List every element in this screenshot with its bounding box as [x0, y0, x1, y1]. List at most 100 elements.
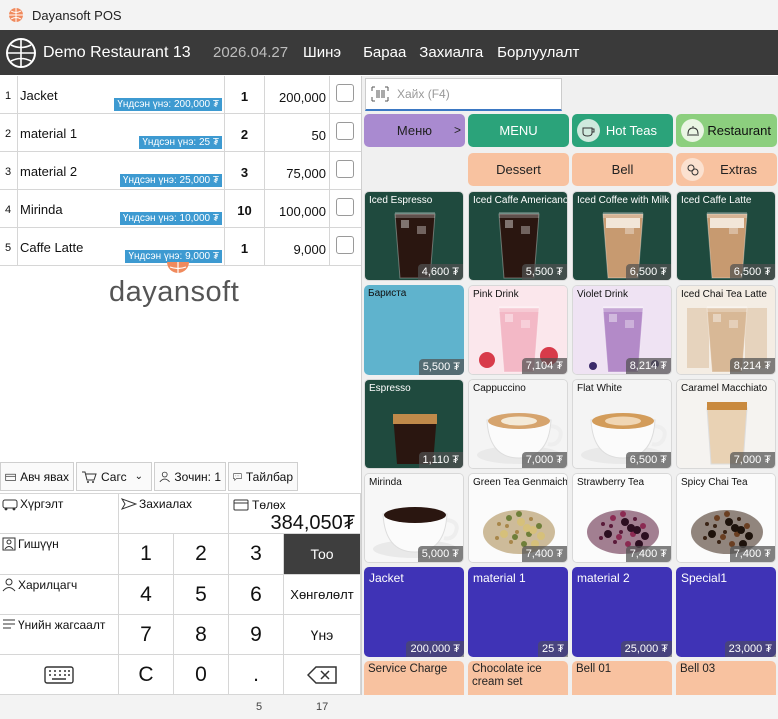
member-button[interactable]: Гишүүн: [0, 534, 119, 575]
note-button[interactable]: Тайлбар: [228, 462, 298, 491]
key-2[interactable]: 2: [174, 534, 229, 575]
key-decimal[interactable]: .: [229, 655, 284, 695]
product-tile[interactable]: Mirinda 5,000 ₮: [364, 473, 464, 563]
material-tile[interactable]: Special1 23,000 ₮: [676, 567, 776, 657]
category-menu[interactable]: MENU: [468, 114, 569, 147]
order-qty[interactable]: 1: [225, 76, 265, 113]
product-tile[interactable]: Pink Drink 7,104 ₮: [468, 285, 568, 375]
material-tile[interactable]: material 2 25,000 ₮: [572, 567, 672, 657]
product-name: Iced Espresso: [369, 195, 433, 206]
material-name: material 1: [473, 571, 526, 585]
category-dessert[interactable]: Dessert: [468, 153, 569, 186]
globe-icon: [6, 37, 36, 68]
key-0[interactable]: 0: [174, 655, 229, 695]
material-tile[interactable]: Jacket 200,000 ₮: [364, 567, 464, 657]
key-8[interactable]: 8: [174, 615, 229, 655]
chevron-down-icon: ⌄: [134, 471, 143, 482]
extra-item-tile[interactable]: Bell 01: [572, 661, 672, 695]
search-input[interactable]: [397, 87, 547, 101]
discount-button[interactable]: Хөнгөлөлт: [284, 575, 361, 615]
chevron-right-icon: >: [453, 123, 461, 137]
place-order-button[interactable]: Захиалах: [119, 493, 229, 534]
order-qty[interactable]: 10: [225, 190, 265, 227]
product-tile[interactable]: Spicy Chai Tea 7,400 ₮: [676, 473, 776, 563]
watermark-globe-icon: [167, 262, 189, 273]
delivery-button[interactable]: Хүргэлт: [0, 493, 119, 534]
product-tile[interactable]: Iced Espresso 4,600 ₮: [364, 191, 464, 281]
order-row[interactable]: 5 Caffe Latte Үндсэн үнэ: 9,000 ₮ 1 9,000: [0, 228, 361, 266]
keyboard-button[interactable]: [0, 655, 119, 695]
customer-icon: [2, 578, 16, 592]
order-row[interactable]: 3 material 2 Үндсэн үнэ: 25,000 ₮ 3 75,000: [0, 152, 361, 190]
category-bell[interactable]: Bell: [572, 153, 673, 186]
material-tile[interactable]: material 1 25 ₮: [468, 567, 568, 657]
order-row[interactable]: 1 Jacket Үндсэн үнэ: 200,000 ₮ 1 200,000: [0, 76, 361, 114]
key-5[interactable]: 5: [174, 575, 229, 615]
product-name: Iced Caffe Americano: [473, 195, 568, 206]
key-3[interactable]: 3: [229, 534, 284, 575]
order-qty[interactable]: 1: [225, 228, 265, 265]
extra-item-tile[interactable]: Chocolate ice cream set: [468, 661, 568, 695]
key-1[interactable]: 1: [119, 534, 174, 575]
search-box[interactable]: [365, 78, 562, 111]
cart-dropdown[interactable]: Сагс ⌄: [76, 462, 152, 491]
category-extras-label: Extras: [720, 162, 757, 177]
nav-orders[interactable]: Захиалга: [419, 44, 483, 61]
nav-products[interactable]: Бараа: [363, 44, 406, 61]
product-tile[interactable]: Бариста 5,500 ₮: [364, 285, 464, 375]
material-price: 25 ₮: [537, 641, 568, 657]
category-restaurant[interactable]: Restaurant: [676, 114, 777, 147]
product-tile[interactable]: Cappuccino 7,000 ₮: [468, 379, 568, 469]
barcode-icon: [371, 86, 389, 102]
customer-button[interactable]: Харилцагч: [0, 575, 119, 615]
product-tile[interactable]: Flat White 6,500 ₮: [572, 379, 672, 469]
key-4[interactable]: 4: [119, 575, 174, 615]
order-checkbox[interactable]: [336, 160, 354, 178]
product-tile[interactable]: Iced Caffe Americano 5,500 ₮: [468, 191, 568, 281]
extra-item-tile[interactable]: Service Charge: [364, 661, 464, 695]
extra-item-tile[interactable]: Bell 03: [676, 661, 776, 695]
material-name: material 2: [577, 571, 630, 585]
guests-button[interactable]: Зочин: 1: [154, 462, 226, 491]
order-row[interactable]: 2 material 1 Үндсэн үнэ: 25 ₮ 2 50: [0, 114, 361, 152]
key-7[interactable]: 7: [119, 615, 174, 655]
product-tile[interactable]: Iced Coffee with Milk 6,500 ₮: [572, 191, 672, 281]
header-date: 2026.04.27: [213, 44, 289, 61]
product-tile[interactable]: Green Tea Genmaicha 7,400 ₮: [468, 473, 568, 563]
key-9[interactable]: 9: [229, 615, 284, 655]
category-menu-parent-label: Меню: [396, 123, 433, 138]
product-tile[interactable]: Violet Drink 8,214 ₮: [572, 285, 672, 375]
order-qty[interactable]: 2: [225, 114, 265, 151]
product-name: Pink Drink: [473, 289, 519, 300]
order-row[interactable]: 4 Mirinda Үндсэн үнэ: 10,000 ₮ 10 100,000: [0, 190, 361, 228]
backspace-button[interactable]: [284, 655, 361, 695]
product-tile[interactable]: Caramel Macchiato 7,000 ₮: [676, 379, 776, 469]
order-checkbox-cell: [330, 190, 361, 227]
takeaway-button[interactable]: Авч явах: [0, 462, 74, 491]
qty-button[interactable]: Тоо: [284, 534, 361, 575]
order-checkbox[interactable]: [336, 198, 354, 216]
category-menu-label: MENU: [499, 123, 538, 138]
key-6[interactable]: 6: [229, 575, 284, 615]
category-extras[interactable]: Extras: [676, 153, 777, 186]
product-name: Strawberry Tea: [577, 477, 645, 488]
order-qty[interactable]: 3: [225, 152, 265, 189]
product-tile[interactable]: Espresso 1,110 ₮: [364, 379, 464, 469]
product-tile[interactable]: Strawberry Tea 7,400 ₮: [572, 473, 672, 563]
order-index: 5: [0, 228, 18, 265]
pay-button[interactable]: Төлөх 384,050₮: [229, 493, 361, 534]
product-name: Бариста: [368, 288, 407, 299]
category-menu-parent[interactable]: Меню >: [364, 114, 465, 147]
title-bar: Dayansoft POS: [0, 0, 778, 30]
order-checkbox[interactable]: [336, 84, 354, 102]
pricelist-button[interactable]: Үнийн жагсаалт: [0, 615, 119, 655]
key-clear[interactable]: C: [119, 655, 174, 695]
product-tile[interactable]: Iced Caffe Latte 6,500 ₮: [676, 191, 776, 281]
price-button[interactable]: Үнэ: [284, 615, 361, 655]
order-checkbox[interactable]: [336, 236, 354, 254]
nav-new[interactable]: Шинэ: [303, 44, 341, 61]
nav-sales[interactable]: Борлуулалт: [497, 44, 579, 61]
category-hot-teas[interactable]: Hot Teas: [572, 114, 673, 147]
order-checkbox[interactable]: [336, 122, 354, 140]
product-tile[interactable]: Iced Chai Tea Latte 8,214 ₮: [676, 285, 776, 375]
